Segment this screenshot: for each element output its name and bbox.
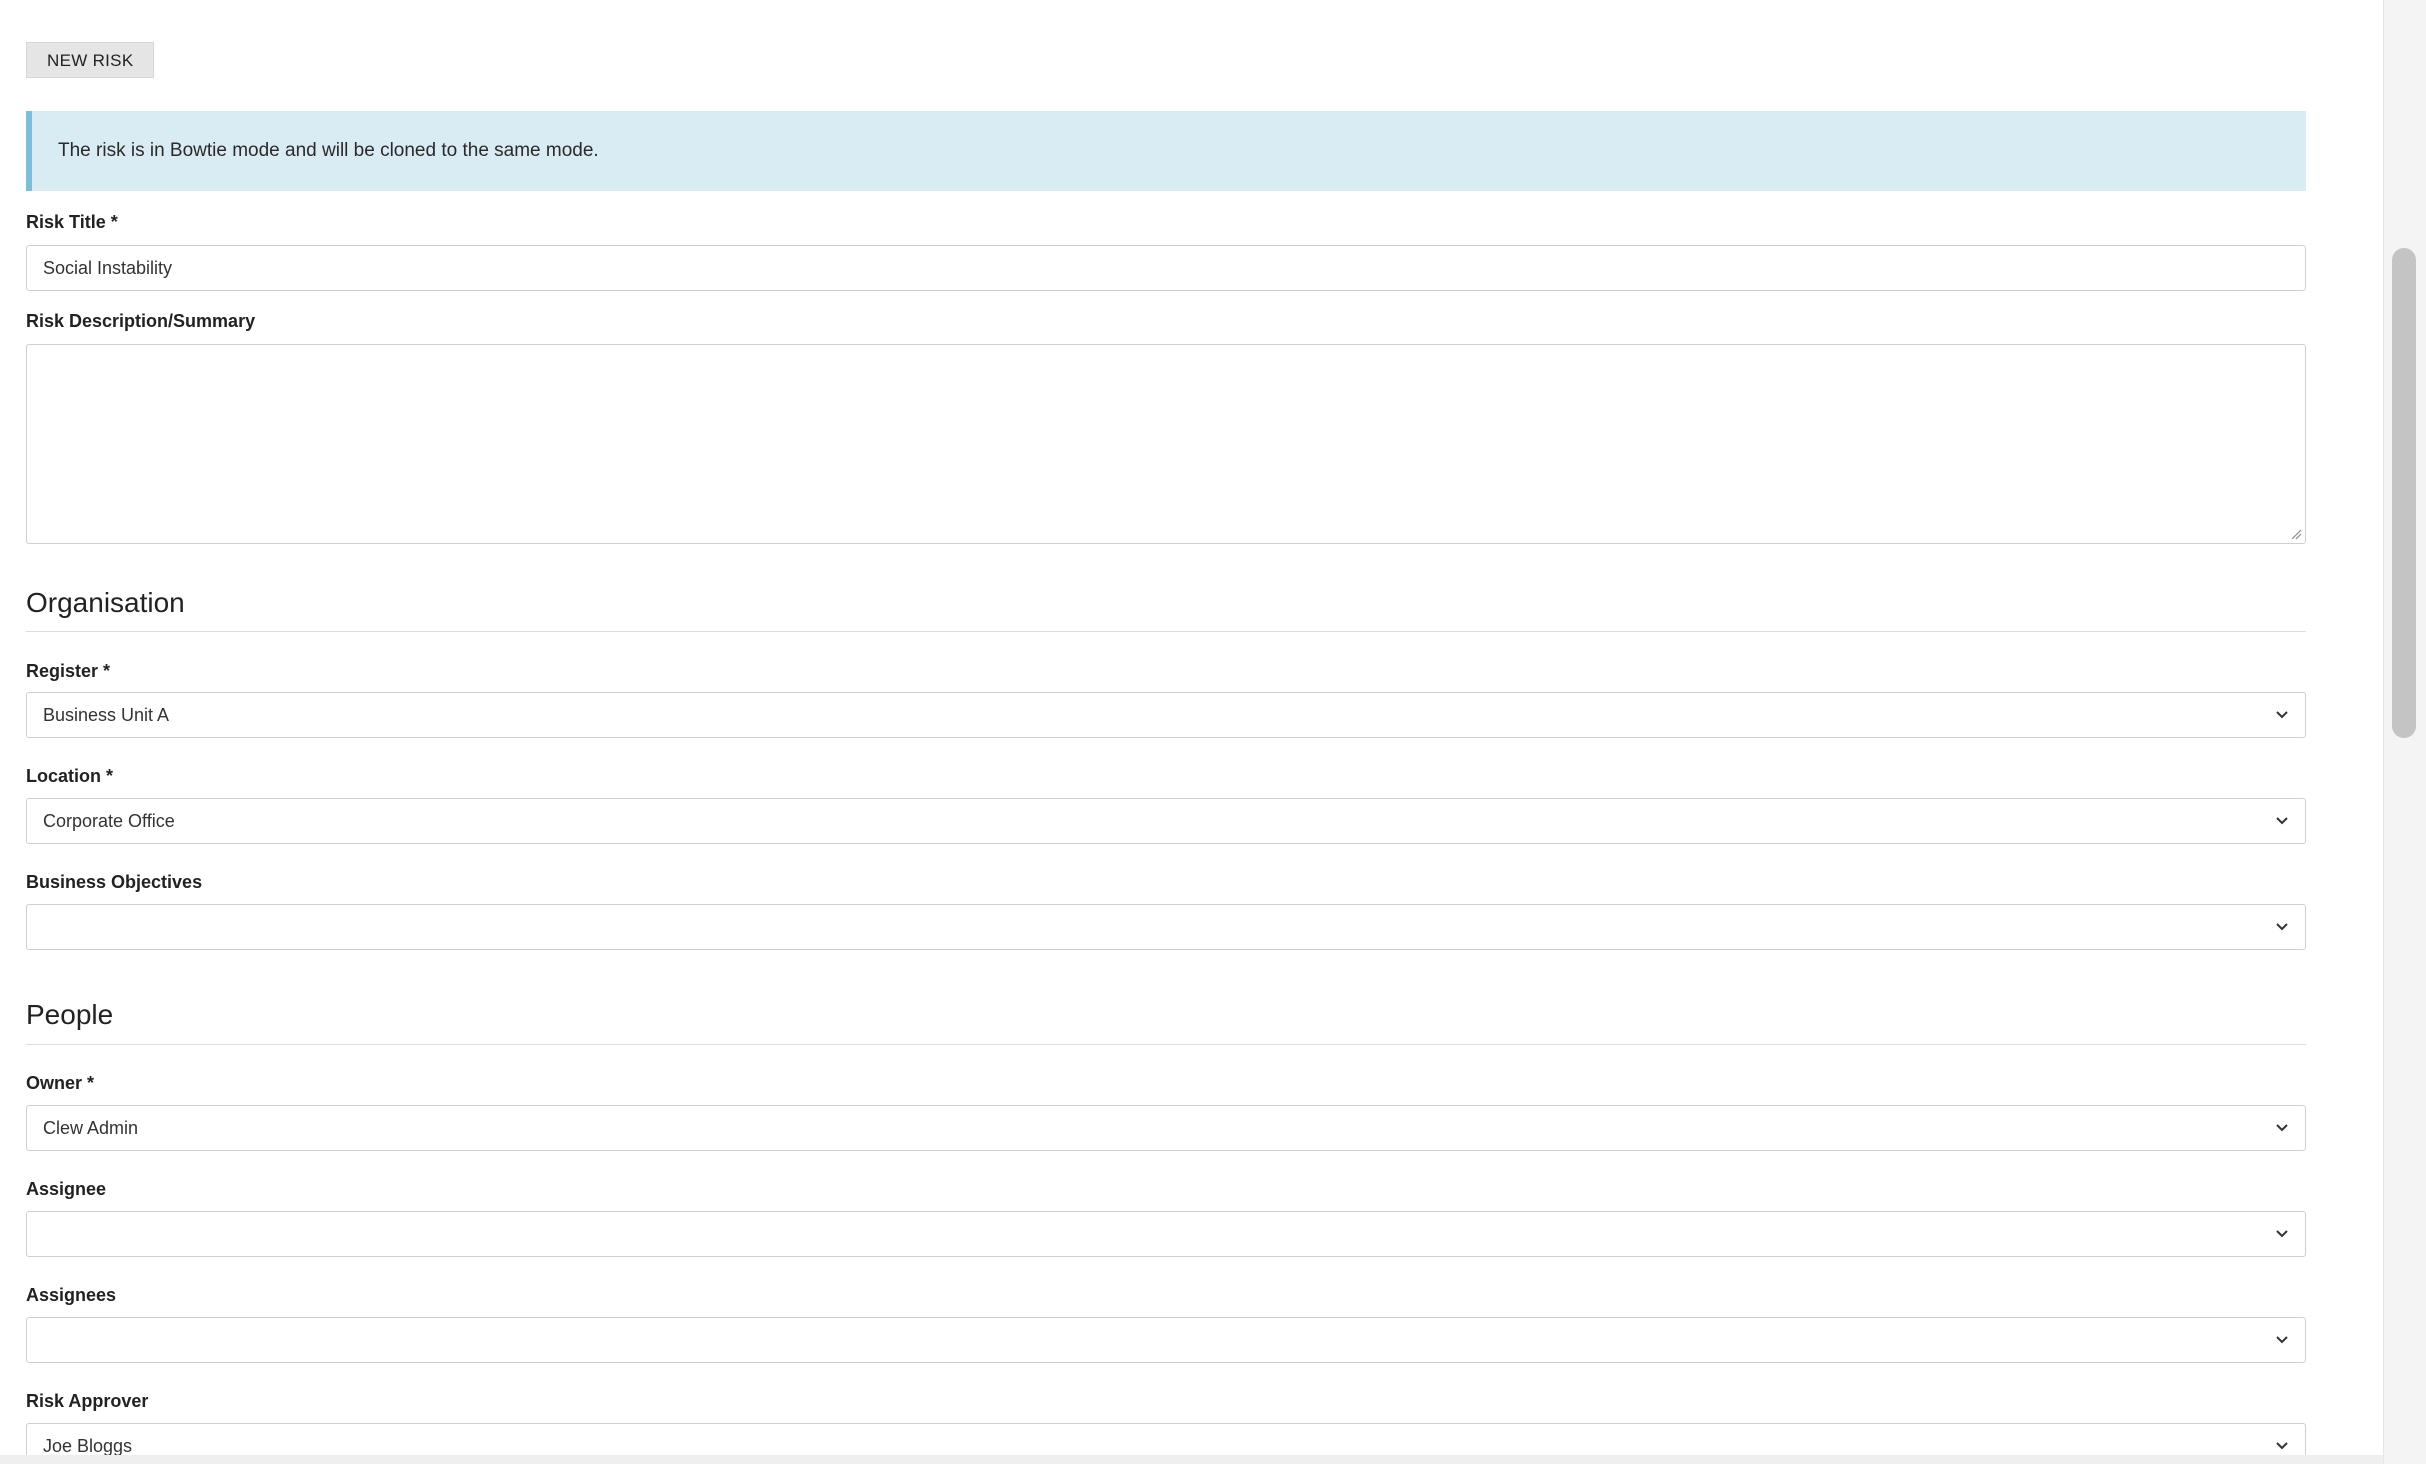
chevron-down-icon bbox=[2276, 1442, 2288, 1450]
alert-text: The risk is in Bowtie mode and will be c… bbox=[58, 140, 599, 161]
risk-title-input[interactable]: Social Instability bbox=[26, 245, 2306, 291]
organisation-heading: Organisation bbox=[26, 587, 185, 618]
risk-approver-value: Joe Bloggs bbox=[43, 1435, 133, 1456]
risk-approver-select[interactable]: Joe Bloggs bbox=[26, 1423, 2306, 1455]
chevron-down-icon bbox=[2276, 817, 2288, 825]
chevron-down-icon bbox=[2276, 923, 2288, 931]
location-value: Corporate Office bbox=[43, 810, 175, 831]
chevron-down-icon bbox=[2276, 1336, 2288, 1344]
owner-value: Clew Admin bbox=[43, 1117, 139, 1138]
owner-select[interactable]: Clew Admin bbox=[26, 1105, 2306, 1151]
risk-title-value: Social Instability bbox=[43, 257, 173, 278]
organisation-divider bbox=[26, 631, 2306, 632]
form-page: NEW RISK The risk is in Bowtie mode and … bbox=[0, 0, 2383, 1455]
business-objectives-label: Business Objectives bbox=[26, 872, 203, 892]
assignees-label: Assignees bbox=[26, 1285, 117, 1305]
chevron-down-icon bbox=[2276, 1230, 2288, 1238]
register-value: Business Unit A bbox=[43, 704, 170, 725]
business-objectives-select[interactable] bbox=[26, 904, 2306, 950]
risk-approver-label: Risk Approver bbox=[26, 1391, 149, 1411]
info-alert: The risk is in Bowtie mode and will be c… bbox=[26, 111, 2306, 191]
risk-description-label: Risk Description/Summary bbox=[26, 311, 256, 331]
chevron-down-icon bbox=[2276, 711, 2288, 719]
people-divider bbox=[26, 1044, 2306, 1045]
new-risk-button[interactable]: NEW RISK bbox=[26, 42, 155, 78]
assignee-select[interactable] bbox=[26, 1211, 2306, 1257]
people-heading: People bbox=[26, 999, 114, 1030]
assignees-select[interactable] bbox=[26, 1317, 2306, 1363]
owner-label: Owner * bbox=[26, 1073, 95, 1093]
risk-description-textarea[interactable] bbox=[26, 344, 2306, 544]
resize-grip-icon[interactable] bbox=[2290, 528, 2302, 540]
chevron-down-icon bbox=[2276, 1124, 2288, 1132]
location-select[interactable]: Corporate Office bbox=[26, 798, 2306, 844]
horizontal-scrollbar[interactable] bbox=[0, 1455, 2383, 1464]
location-label: Location * bbox=[26, 766, 114, 786]
assignee-label: Assignee bbox=[26, 1179, 107, 1199]
register-select[interactable]: Business Unit A bbox=[26, 692, 2306, 738]
register-label: Register * bbox=[26, 661, 111, 681]
vertical-scrollbar-thumb[interactable] bbox=[2392, 248, 2416, 738]
risk-title-label: Risk Title * bbox=[26, 212, 118, 232]
